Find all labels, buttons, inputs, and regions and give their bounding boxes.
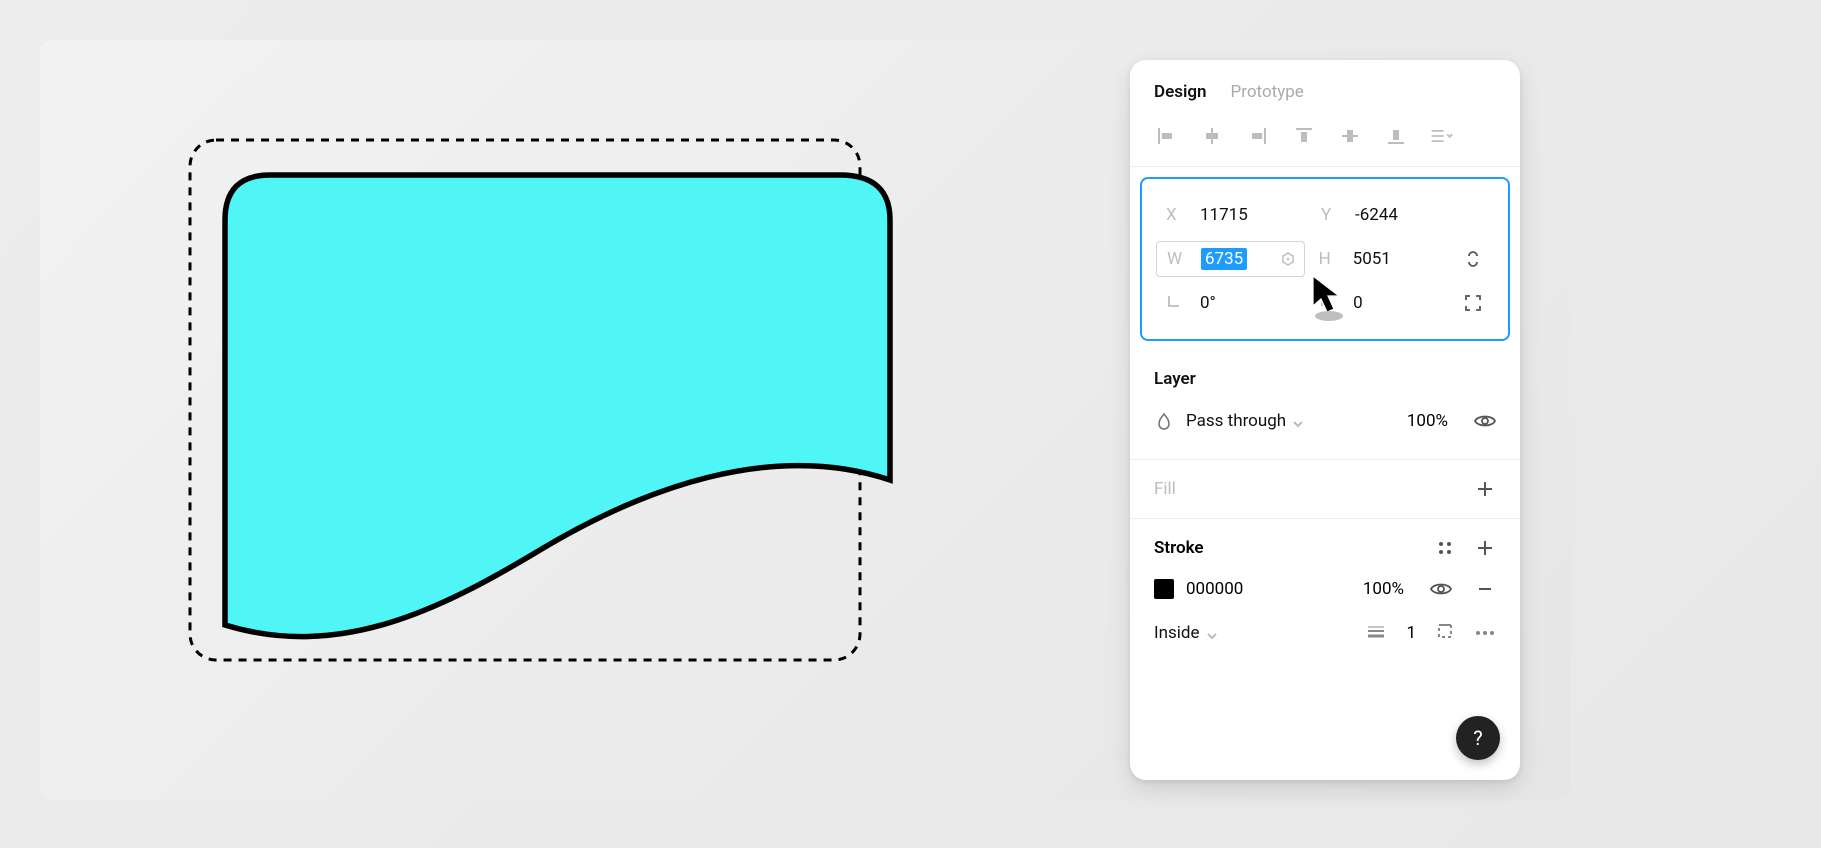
x-label: X	[1166, 205, 1190, 225]
tab-design[interactable]: Design	[1154, 82, 1207, 102]
w-value: 6735	[1201, 248, 1247, 270]
stroke-color-hex[interactable]: 000000	[1186, 579, 1243, 599]
x-value: 11715	[1200, 205, 1248, 225]
independent-corners-icon[interactable]	[1462, 292, 1484, 314]
fill-title: Fill	[1130, 479, 1474, 499]
transform-section: X 11715 Y -6244 W 6735 H	[1140, 177, 1510, 341]
align-hcenter-icon[interactable]	[1200, 124, 1224, 148]
tab-prototype[interactable]: Prototype	[1231, 82, 1304, 102]
stroke-color-swatch[interactable]	[1154, 579, 1174, 599]
rotation-value: 0°	[1200, 293, 1216, 313]
align-right-icon[interactable]	[1246, 124, 1270, 148]
align-row	[1130, 110, 1520, 167]
stroke-opacity-value[interactable]: 100%	[1363, 579, 1404, 599]
chevron-down-icon	[1292, 415, 1304, 427]
stroke-side-icon[interactable]	[1436, 622, 1454, 645]
y-field[interactable]: Y -6244	[1311, 195, 1466, 235]
design-panel: Design Prototype	[1130, 60, 1520, 780]
panel-tabs: Design Prototype	[1130, 60, 1520, 110]
layer-visibility-icon[interactable]	[1474, 410, 1496, 432]
rotation-icon	[1166, 293, 1190, 314]
align-top-icon[interactable]	[1292, 124, 1316, 148]
rotation-field[interactable]: 0°	[1156, 283, 1309, 323]
blend-mode-value: Pass through	[1186, 411, 1286, 431]
vector-shape[interactable]	[225, 175, 890, 637]
remove-stroke-icon[interactable]	[1474, 578, 1496, 600]
layer-title: Layer	[1130, 369, 1520, 401]
distribute-icon[interactable]	[1430, 124, 1454, 148]
blend-mode-dropdown[interactable]: Pass through	[1186, 411, 1304, 431]
stroke-section: Stroke 000000 100%	[1130, 519, 1520, 649]
layer-opacity-value[interactable]: 100%	[1407, 411, 1448, 431]
blend-mode-icon[interactable]	[1154, 411, 1174, 431]
stroke-style-icon[interactable]	[1434, 537, 1456, 559]
h-field[interactable]: H 5051	[1309, 239, 1463, 279]
align-vcenter-icon[interactable]	[1338, 124, 1362, 148]
x-field[interactable]: X 11715	[1156, 195, 1311, 235]
stage: Design Prototype	[40, 40, 1570, 800]
radius-field[interactable]: 0	[1309, 283, 1462, 323]
align-bottom-icon[interactable]	[1384, 124, 1408, 148]
stroke-visibility-icon[interactable]	[1430, 578, 1452, 600]
layer-section: Layer Pass through 100%	[1130, 351, 1520, 460]
chevron-down-icon	[1206, 627, 1218, 639]
stroke-position-dropdown[interactable]: Inside	[1154, 623, 1218, 643]
scrub-icon[interactable]	[1278, 249, 1298, 269]
fill-section: Fill	[1130, 460, 1520, 519]
stroke-weight-value[interactable]: 1	[1406, 623, 1416, 643]
h-label: H	[1319, 249, 1343, 269]
y-value: -6244	[1355, 205, 1398, 225]
h-value: 5051	[1353, 249, 1391, 269]
stroke-position-value: Inside	[1154, 623, 1200, 643]
stroke-more-icon[interactable]	[1474, 622, 1496, 644]
stroke-title: Stroke	[1154, 538, 1434, 558]
y-label: Y	[1321, 205, 1345, 225]
constrain-proportions-icon[interactable]	[1462, 248, 1484, 270]
add-stroke-icon[interactable]	[1474, 537, 1496, 559]
help-label: ?	[1473, 726, 1482, 750]
w-field[interactable]: W 6735	[1156, 241, 1305, 277]
stroke-weight-icon	[1366, 623, 1386, 643]
corner-radius-icon	[1319, 293, 1343, 314]
help-button[interactable]: ?	[1456, 716, 1500, 760]
w-label: W	[1167, 249, 1191, 269]
align-left-icon[interactable]	[1154, 124, 1178, 148]
add-fill-icon[interactable]	[1474, 478, 1496, 500]
radius-value: 0	[1353, 293, 1363, 313]
